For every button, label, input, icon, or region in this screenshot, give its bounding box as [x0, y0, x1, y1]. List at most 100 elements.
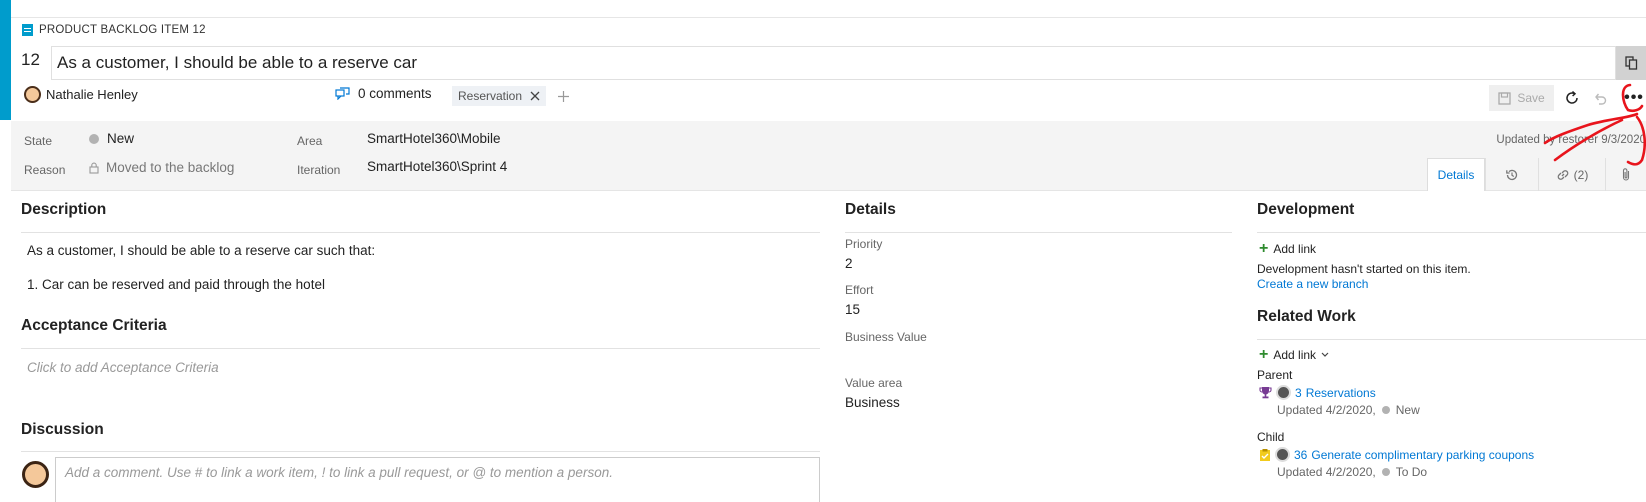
- parent-state: New: [1395, 403, 1420, 417]
- tag-label: Reservation: [458, 89, 523, 103]
- fields-band: [11, 121, 1646, 191]
- link-icon: [1557, 169, 1568, 180]
- development-divider: [1257, 232, 1646, 233]
- add-link-label: Add link: [1273, 242, 1317, 256]
- description-line-2[interactable]: 1. Car can be reserved and paid through …: [27, 277, 325, 292]
- tab-attachments[interactable]: [1605, 158, 1646, 191]
- backlog-item-icon: [22, 24, 33, 36]
- undo-icon: [1595, 93, 1607, 105]
- save-button[interactable]: Save: [1489, 85, 1554, 111]
- assignee-name: Nathalie Henley: [46, 87, 138, 102]
- details-divider: [845, 232, 1232, 233]
- avatar: [22, 461, 49, 488]
- acceptance-criteria-input[interactable]: Click to add Acceptance Criteria: [27, 360, 219, 375]
- clipboard-icon: [1260, 448, 1270, 461]
- child-label: Child: [1257, 430, 1285, 444]
- plus-icon: [557, 90, 569, 102]
- description-divider: [21, 232, 820, 233]
- undo-button[interactable]: [1590, 86, 1610, 110]
- related-add-link[interactable]: + Add link: [1259, 346, 1329, 364]
- child-state: To Do: [1395, 465, 1428, 479]
- description-line-1[interactable]: As a customer, I should be able to a res…: [27, 243, 375, 258]
- iteration-value[interactable]: SmartHotel360\Sprint 4: [367, 159, 507, 174]
- work-item-type-row: PRODUCT BACKLOG ITEM 12: [22, 22, 206, 38]
- add-tag-button[interactable]: [553, 87, 573, 105]
- reason-picker[interactable]: Moved to the backlog: [89, 160, 234, 175]
- save-label: Save: [1517, 91, 1545, 105]
- avatar: [24, 86, 41, 103]
- create-branch-link[interactable]: Create a new branch: [1257, 277, 1368, 291]
- state-value: New: [107, 131, 135, 146]
- assigned-to-picker[interactable]: Nathalie Henley: [24, 86, 138, 103]
- parent-title[interactable]: Reservations: [1306, 386, 1376, 400]
- tab-details[interactable]: Details: [1427, 158, 1485, 191]
- copy-icon: [1624, 56, 1637, 70]
- description-title: Description: [21, 201, 107, 218]
- parent-label: Parent: [1257, 368, 1293, 382]
- child-title[interactable]: Generate complimentary parking coupons: [1311, 448, 1534, 462]
- save-icon: [1498, 91, 1511, 105]
- child-work-item[interactable]: 36 Generate complimentary parking coupon…: [1259, 447, 1534, 462]
- work-item-tabs: Details (2): [1427, 158, 1646, 191]
- discussion-comment-input[interactable]: Add a comment. Use # to link a work item…: [55, 457, 820, 502]
- area-value[interactable]: SmartHotel360\Mobile: [367, 131, 501, 146]
- related-work-divider: [1257, 339, 1646, 340]
- more-icon: •••: [1624, 89, 1644, 106]
- chevron-down-icon: [1321, 352, 1329, 357]
- state-picker[interactable]: New: [89, 131, 134, 146]
- value-area-label: Value area: [845, 376, 903, 390]
- area-label: Area: [297, 134, 323, 148]
- lock-icon: [89, 162, 99, 174]
- title-input[interactable]: [51, 46, 1616, 80]
- add-link-label: Add link: [1273, 348, 1317, 362]
- work-item-accent-bar: [0, 0, 11, 120]
- work-item-id: 12: [21, 50, 40, 69]
- child-id: 36: [1294, 447, 1308, 462]
- plus-icon: +: [1259, 240, 1269, 257]
- links-count: (2): [1573, 167, 1589, 182]
- priority-label: Priority: [845, 237, 883, 251]
- parent-state-dot: [1381, 406, 1390, 414]
- acceptance-divider: [21, 348, 820, 349]
- state-label: State: [24, 134, 53, 148]
- business-value-label: Business Value: [845, 330, 927, 344]
- child-meta: Updated 4/2/2020, To Do: [1277, 465, 1427, 479]
- business-value-input[interactable]: [845, 347, 1225, 365]
- avatar: [1276, 385, 1291, 400]
- comments-link[interactable]: 0 comments: [335, 86, 432, 101]
- parent-id: 3: [1295, 385, 1302, 400]
- comment-icon: [335, 87, 350, 100]
- tab-links[interactable]: (2): [1538, 158, 1605, 191]
- comments-count: 0 comments: [358, 86, 432, 101]
- child-state-dot: [1381, 468, 1390, 476]
- effort-value[interactable]: 15: [845, 302, 860, 317]
- state-dot: [89, 133, 99, 144]
- parent-work-item[interactable]: 3 Reservations: [1259, 385, 1376, 400]
- discussion-divider: [21, 451, 820, 452]
- copy-button[interactable]: [1616, 46, 1646, 80]
- tag-reservation[interactable]: Reservation: [452, 86, 547, 106]
- reason-label: Reason: [24, 163, 66, 177]
- attachment-icon: [1622, 168, 1630, 181]
- close-icon[interactable]: [530, 91, 540, 101]
- acceptance-criteria-title: Acceptance Criteria: [21, 317, 167, 334]
- trophy-icon: [1259, 387, 1272, 399]
- more-actions-button[interactable]: •••: [1622, 86, 1646, 110]
- related-work-title: Related Work: [1257, 308, 1356, 325]
- parent-updated: Updated 4/2/2020,: [1277, 403, 1376, 417]
- top-divider: [11, 17, 1646, 18]
- updated-by-text: Updated by restorer 9/3/2020: [1496, 134, 1646, 146]
- value-area-value[interactable]: Business: [845, 395, 900, 410]
- development-add-link[interactable]: + Add link: [1259, 240, 1316, 258]
- details-title: Details: [845, 201, 896, 218]
- priority-value[interactable]: 2: [845, 256, 853, 271]
- effort-label: Effort: [845, 283, 874, 297]
- refresh-icon: [1566, 90, 1578, 104]
- child-updated: Updated 4/2/2020,: [1277, 465, 1376, 479]
- tab-history[interactable]: [1485, 158, 1538, 191]
- development-status: Development hasn't started on this item.: [1257, 262, 1471, 276]
- reason-value: Moved to the backlog: [106, 160, 235, 175]
- discussion-title: Discussion: [21, 421, 104, 438]
- history-icon: [1506, 169, 1518, 180]
- refresh-button[interactable]: [1561, 86, 1583, 110]
